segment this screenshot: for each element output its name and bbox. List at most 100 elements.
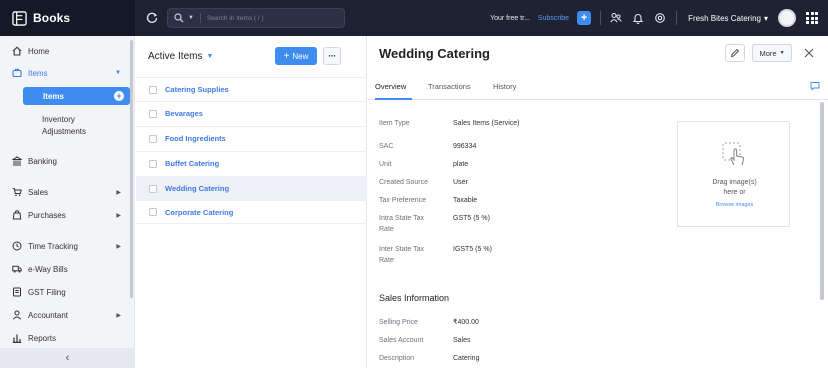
sidebar-item-home[interactable]: Home: [0, 42, 129, 60]
sidebar-item-label: Banking: [28, 156, 57, 166]
item-name-link[interactable]: Bevarages: [165, 109, 203, 118]
list-more-options-button[interactable]: ···: [323, 47, 341, 65]
row-checkbox[interactable]: [149, 208, 157, 216]
item-name-link[interactable]: Catering Supplies: [165, 85, 229, 94]
tab-transactions[interactable]: Transactions: [428, 82, 471, 91]
description-label: Description: [379, 355, 415, 362]
detail-tabs: Overview Transactions History: [368, 74, 828, 100]
sales-information-heading: Sales Information: [379, 293, 450, 303]
sac-label: SAC: [379, 143, 394, 150]
unit-label: Unit: [379, 161, 392, 168]
app-brand[interactable]: Books: [0, 0, 135, 36]
user-avatar[interactable]: [778, 9, 796, 27]
unit-value: plate: [453, 161, 469, 168]
sidebar-subitem-inventory-adjustments[interactable]: Inventory Adjustments: [22, 114, 129, 138]
list-item[interactable]: Catering Supplies: [136, 77, 367, 101]
comments-icon[interactable]: [810, 81, 820, 91]
truck-icon: [12, 264, 22, 274]
browse-images-link[interactable]: Browse images: [678, 202, 791, 208]
selling-price-value: ₹400.00: [453, 319, 479, 326]
organization-name: Fresh Bites Catering: [688, 13, 761, 23]
item-name-link[interactable]: Food Ingredients: [165, 134, 226, 143]
more-actions-button[interactable]: More ▼: [752, 44, 792, 62]
sidebar-item-label: Inventory: [42, 115, 75, 124]
cart-icon: [12, 187, 22, 197]
sidebar-item-sales[interactable]: Sales ▶: [0, 183, 129, 201]
sidebar-subitem-items[interactable]: Items +: [23, 87, 130, 105]
chevron-down-icon: ▼: [206, 52, 214, 60]
quick-create-plus-icon[interactable]: +: [577, 11, 592, 25]
sidebar-collapse-button[interactable]: ‹: [0, 348, 135, 368]
search-bar[interactable]: ▼: [167, 8, 345, 28]
new-item-button[interactable]: + New: [275, 47, 317, 65]
search-divider: [199, 13, 201, 23]
item-type-label: Item Type: [379, 120, 410, 127]
row-checkbox[interactable]: [149, 85, 157, 94]
sidebar-item-label: Purchases: [28, 210, 66, 220]
sidebar-scrollbar[interactable]: [130, 40, 133, 298]
row-checkbox[interactable]: [149, 134, 157, 143]
bar-chart-icon: [12, 333, 22, 343]
sidebar-item-items-group[interactable]: Items ▼: [0, 64, 129, 82]
accountant-user-icon: [12, 310, 22, 320]
recent-activity-icon[interactable]: [145, 11, 159, 25]
sidebar-item-label: Time Tracking: [28, 241, 78, 251]
page-title: Wedding Catering: [379, 46, 490, 61]
inter-state-tax-label: Inter State Tax Rate: [379, 244, 424, 266]
sidebar-item-banking[interactable]: Banking: [0, 152, 129, 170]
row-checkbox[interactable]: [149, 159, 157, 168]
item-name-link[interactable]: Corporate Catering: [165, 208, 233, 217]
list-item[interactable]: Buffet Catering: [136, 151, 367, 175]
image-drop-zone[interactable]: Drag image(s) here or Browse images: [677, 121, 790, 227]
list-item[interactable]: Bevarages: [136, 101, 367, 125]
sidebar-item-eway-bills[interactable]: e-Way Bills: [0, 260, 129, 278]
search-icon: [174, 13, 184, 23]
shopping-bag-icon: [12, 210, 22, 220]
tab-overview[interactable]: Overview: [375, 82, 406, 91]
close-icon[interactable]: [802, 46, 816, 60]
sidebar-item-time-tracking[interactable]: Time Tracking ▶: [0, 237, 129, 255]
sidebar-item-label: Items: [28, 68, 48, 78]
sidebar-item-accountant[interactable]: Accountant ▶: [0, 306, 129, 324]
detail-scrollbar[interactable]: [820, 102, 824, 300]
settings-gear-icon[interactable]: [654, 12, 666, 24]
top-bar: Books ▼ Your free tr... Subscribe + Fres…: [0, 0, 828, 36]
referral-users-icon[interactable]: [610, 12, 622, 24]
sidebar-item-gst-filing[interactable]: GST Filing: [0, 283, 129, 301]
sidebar-item-reports[interactable]: Reports: [0, 329, 129, 347]
description-value: Catering: [453, 355, 480, 362]
notification-bell-icon[interactable]: [632, 12, 644, 24]
add-item-plus-icon[interactable]: +: [114, 91, 124, 101]
list-item-selected[interactable]: Wedding Catering: [136, 176, 367, 200]
sidebar-item-label: Accountant: [28, 310, 69, 320]
search-input[interactable]: [206, 14, 344, 22]
row-checkbox[interactable]: [149, 184, 157, 193]
view-selector[interactable]: Active Items ▼: [148, 51, 213, 62]
app-launcher-grid-icon[interactable]: [806, 12, 818, 24]
sidebar-item-purchases[interactable]: Purchases ▶: [0, 206, 129, 224]
drag-image-hand-icon: [722, 142, 745, 166]
subscribe-link[interactable]: Subscribe: [538, 15, 569, 22]
item-type-value: Sales Items (Service): [453, 120, 520, 127]
organization-switcher[interactable]: Fresh Bites Catering ▾: [688, 14, 768, 23]
more-button-label: More: [759, 48, 777, 58]
item-name-link[interactable]: Buffet Catering: [165, 159, 219, 168]
sidebar-item-label: Home: [28, 46, 50, 56]
search-filter-chevron-down-icon[interactable]: ▼: [188, 15, 194, 21]
sidebar-item-label-2: Adjustments: [42, 127, 87, 136]
row-checkbox[interactable]: [149, 109, 157, 118]
list-item[interactable]: Corporate Catering: [136, 200, 367, 224]
inter-label-line-2: Rate: [379, 257, 394, 264]
plus-icon: +: [283, 50, 290, 62]
chevron-right-icon: ▶: [116, 189, 121, 196]
chevron-right-icon: ▶: [116, 212, 121, 219]
chevron-down-icon: ▼: [115, 70, 121, 76]
chevron-right-icon: ▶: [116, 243, 121, 250]
sidebar-item-label: Sales: [28, 187, 49, 197]
tab-history[interactable]: History: [493, 82, 516, 91]
item-name-link[interactable]: Wedding Catering: [165, 184, 229, 193]
intra-state-tax-value: GST5 (5 %): [453, 215, 490, 222]
drag-image-text-2: here or: [723, 189, 746, 196]
list-item[interactable]: Food Ingredients: [136, 126, 367, 150]
edit-button[interactable]: [725, 44, 745, 62]
